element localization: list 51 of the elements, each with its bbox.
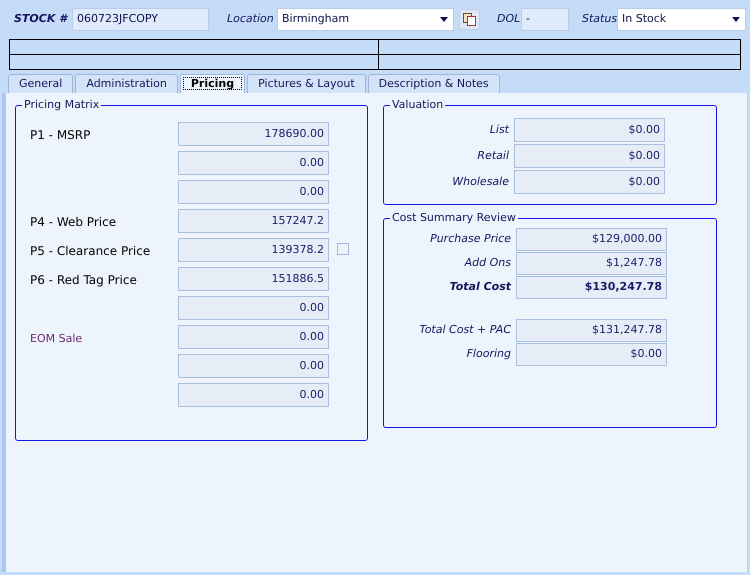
location-label: Location (227, 10, 275, 27)
checkbox[interactable] (337, 243, 349, 255)
price-field[interactable]: 0.00 (178, 325, 329, 349)
cost-field[interactable]: $129,000.00 (516, 228, 667, 251)
copy-button[interactable] (459, 8, 480, 30)
cost-label: Add Ons (463, 255, 512, 272)
price-field[interactable]: 0.00 (178, 296, 329, 320)
price-field[interactable]: 178690.00 (178, 122, 329, 146)
valuation-label: Retail (476, 148, 510, 164)
price-field[interactable]: 139378.2 (178, 238, 329, 262)
cost-field[interactable]: $130,247.78 (516, 276, 667, 299)
cost-field[interactable]: $0.00 (516, 343, 667, 366)
tab[interactable]: General (8, 74, 74, 93)
tab[interactable]: Description & Notes (368, 74, 500, 93)
price-field[interactable]: 0.00 (178, 151, 329, 175)
price-label: EOM Sale (30, 332, 82, 345)
valuation-label: Wholesale (451, 174, 510, 190)
group-title: Cost Summary Review (390, 211, 518, 225)
dropdown-caret-icon (440, 16, 448, 22)
price-field[interactable]: 0.00 (178, 383, 329, 407)
price-field[interactable]: 0.00 (178, 180, 329, 204)
valuation-field[interactable]: $0.00 (514, 144, 665, 168)
tab[interactable]: Pictures & Layout (247, 74, 366, 93)
copy-icon (463, 12, 476, 26)
price-label: P5 - Clearance Price (30, 244, 150, 258)
group-title: Pricing Matrix (22, 98, 102, 112)
price-label: P1 - MSRP (30, 128, 90, 142)
valuation-label: List (488, 122, 510, 138)
cost-label: Purchase Price (429, 231, 512, 248)
stock-label: STOCK # (14, 10, 69, 27)
valuation-field[interactable]: $0.00 (514, 118, 665, 142)
cost-field[interactable]: $1,247.78 (516, 252, 667, 275)
price-label: P6 - Red Tag Price (30, 273, 137, 287)
dol-label: DOL (497, 10, 521, 27)
price-field[interactable]: 151886.5 (178, 267, 329, 291)
price-label: P4 - Web Price (30, 215, 116, 229)
dropdown-caret-icon (732, 16, 740, 22)
price-field[interactable]: 157247.2 (178, 209, 329, 233)
cost-label: Total Cost (448, 279, 512, 296)
status-label: Status (582, 10, 617, 27)
cost-label: Flooring (466, 346, 512, 362)
stock-field[interactable]: 060723JFCOPY (72, 8, 209, 30)
tab[interactable]: Pricing (180, 74, 246, 93)
dol-field[interactable]: - (521, 8, 569, 30)
price-field[interactable]: 0.00 (178, 354, 329, 378)
cost-label: Total Cost + PAC (418, 322, 512, 338)
location-dropdown[interactable]: Birmingham (277, 8, 454, 30)
cost-field[interactable]: $131,247.78 (516, 319, 667, 342)
valuation-field[interactable]: $0.00 (514, 170, 665, 194)
tab[interactable]: Administration (75, 74, 178, 93)
status-dropdown[interactable]: In Stock (617, 8, 746, 30)
